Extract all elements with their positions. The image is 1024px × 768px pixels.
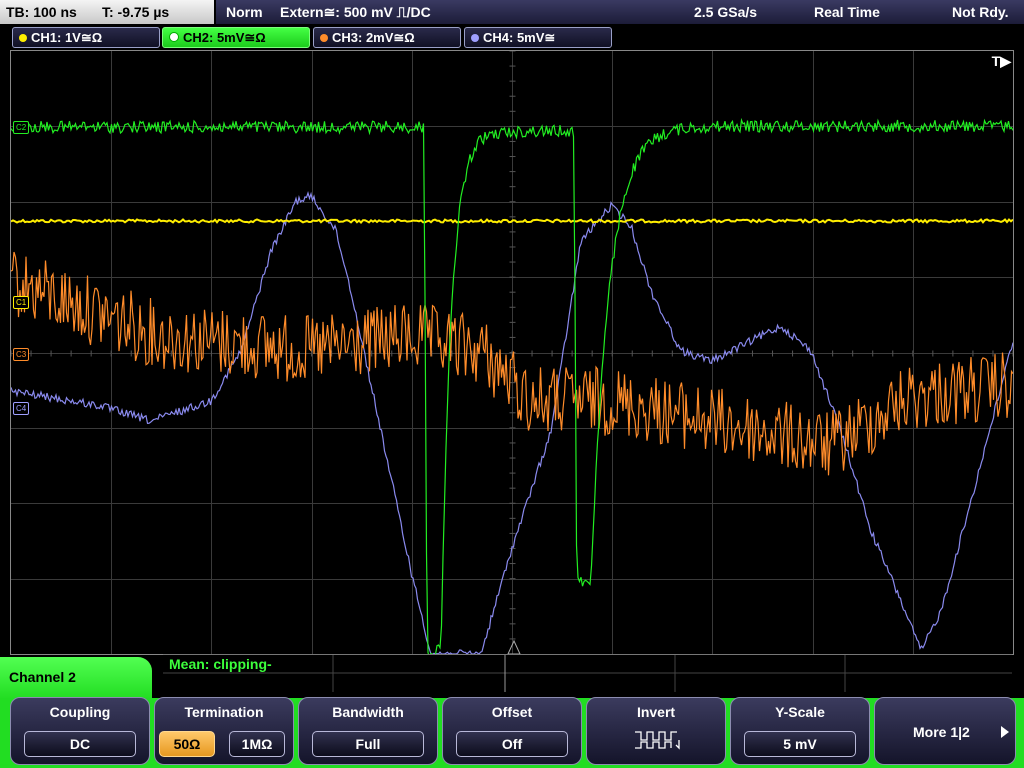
acquisition-status: Norm Extern≅: 500 mV ⎍/DC 2.5 GSa/s Real…	[216, 0, 1024, 24]
timebase-label: TB: 100 ns	[6, 4, 77, 20]
menu-title-tab: Channel 2	[0, 657, 152, 699]
trigger-offscreen-icon: T▶	[991, 53, 1011, 69]
bandwidth-value[interactable]: Full	[312, 731, 424, 757]
timebase-box[interactable]: TB: 100 ns T: -9.75 µs	[0, 0, 214, 24]
bandwidth-title: Bandwidth	[332, 704, 404, 720]
ch2-color-icon	[169, 32, 179, 42]
channel-tab-ch1[interactable]: CH1: 1V≅Ω	[12, 27, 160, 48]
ch1-marker[interactable]: C1	[13, 296, 30, 309]
invert-title: Invert	[636, 704, 676, 720]
ch3-label: CH3: 2mV≅Ω	[332, 30, 415, 45]
status-bar: TB: 100 ns T: -9.75 µs Norm Extern≅: 500…	[0, 0, 1024, 24]
ch4-color-icon	[471, 34, 479, 42]
termination-50ohm-option[interactable]: 50Ω	[159, 731, 215, 757]
trigger-source-label[interactable]: Extern≅: 500 mV ⎍/DC	[280, 0, 431, 24]
coupling-value[interactable]: DC	[24, 731, 136, 757]
trigger-mode-label[interactable]: Norm	[226, 0, 263, 24]
offset-title: Offset	[491, 704, 533, 720]
ch2-label: CH2: 5mV≅Ω	[183, 30, 266, 45]
acquisition-mode-label: Real Time	[814, 4, 880, 20]
waveform-canvas[interactable]	[11, 51, 1013, 654]
invert-softkey[interactable]: Invert	[586, 697, 726, 765]
ch4-marker[interactable]: C4	[13, 402, 30, 415]
ch1-label: CH1: 1V≅Ω	[31, 30, 103, 45]
yscale-title: Y-Scale	[775, 704, 825, 720]
offset-softkey[interactable]: Offset Off	[442, 697, 582, 765]
more-softkey[interactable]: More 1|2	[874, 697, 1016, 765]
yscale-softkey[interactable]: Y-Scale 5 mV	[730, 697, 870, 765]
channel-tab-ch3[interactable]: CH3: 2mV≅Ω	[313, 27, 461, 48]
channel-tabs: CH1: 1V≅Ω CH2: 5mV≅Ω CH3: 2mV≅Ω CH4: 5mV…	[0, 25, 1024, 49]
channel-tab-ch4[interactable]: CH4: 5mV≅	[464, 27, 612, 48]
more-arrow-icon	[1001, 726, 1009, 738]
ch3-color-icon	[320, 34, 328, 42]
termination-1mohm-option[interactable]: 1MΩ	[229, 731, 285, 757]
ch1-color-icon	[19, 34, 27, 42]
ready-status-label: Not Rdy.	[952, 4, 1009, 20]
trigger-position-icon[interactable]	[507, 639, 521, 654]
ch3-marker[interactable]: C3	[13, 348, 30, 361]
ch2-marker[interactable]: C2	[13, 121, 30, 134]
channel-tab-ch2[interactable]: CH2: 5mV≅Ω	[162, 27, 310, 48]
measurement-panel: Mean: clipping-	[163, 654, 1012, 692]
sample-rate-label: 2.5 GSa/s	[694, 4, 758, 20]
more-label: More 1|2	[913, 724, 970, 740]
coupling-softkey[interactable]: Coupling DC	[10, 697, 150, 765]
termination-title: Termination	[184, 704, 264, 720]
yscale-value[interactable]: 5 mV	[744, 731, 856, 757]
measurement-grid	[163, 655, 1012, 692]
menu-title: Channel 2	[9, 669, 76, 685]
offset-value[interactable]: Off	[456, 731, 568, 757]
bandwidth-softkey[interactable]: Bandwidth Full	[298, 697, 438, 765]
ch1-trace	[11, 218, 1013, 224]
coupling-title: Coupling	[49, 704, 111, 720]
termination-softkey[interactable]: Termination 50Ω 1MΩ	[154, 697, 294, 765]
ch4-label: CH4: 5mV≅	[483, 30, 556, 45]
waveform-display[interactable]: C2 C1 C3 C4 T▶	[10, 50, 1014, 655]
trigger-time-label: T: -9.75 µs	[102, 4, 170, 20]
invert-waveform-icon	[635, 731, 680, 750]
graticule-grid	[11, 51, 1013, 654]
measurement-label: Mean: clipping-	[169, 656, 272, 672]
